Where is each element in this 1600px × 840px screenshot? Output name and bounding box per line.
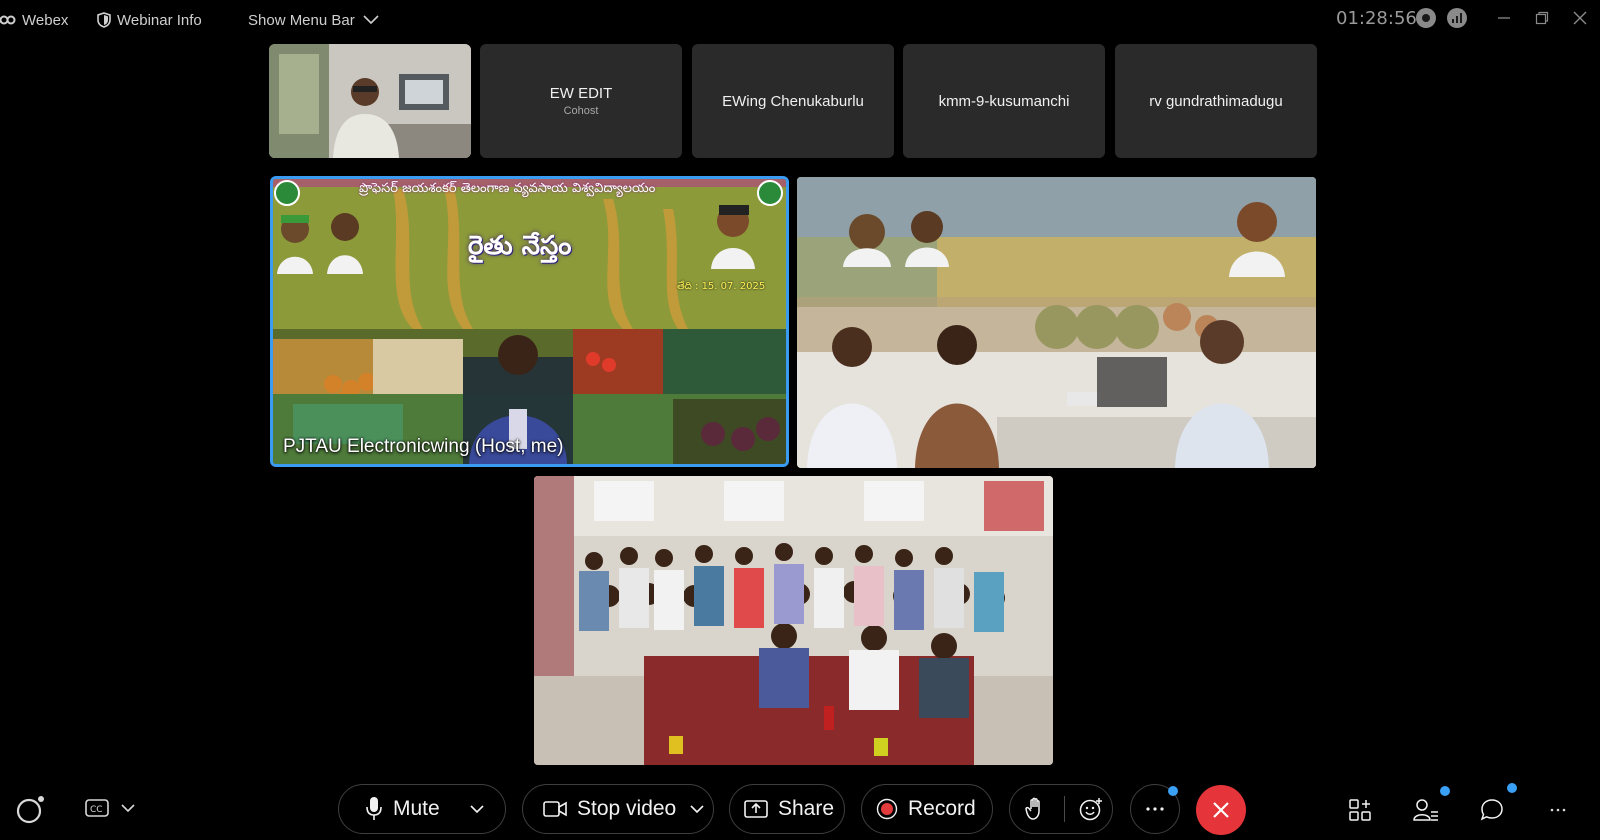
- video-camera-icon: [543, 801, 567, 817]
- record-button[interactable]: Record: [861, 784, 993, 834]
- top-bar: Webex Webinar Info Show Menu Bar 01:28:5…: [0, 0, 1600, 38]
- recording-status-icon[interactable]: [1416, 8, 1436, 28]
- captions-options-button[interactable]: [110, 790, 146, 826]
- more-panels-button[interactable]: [1540, 792, 1576, 828]
- webinar-info-label: Webinar Info: [117, 11, 202, 29]
- participant-name: kmm-9-kusumanchi: [938, 92, 1070, 110]
- layout-apps-button[interactable]: [1342, 792, 1378, 828]
- closed-captions-icon: CC: [85, 799, 109, 817]
- notification-dot: [1168, 786, 1178, 796]
- mute-label: Mute: [393, 797, 440, 820]
- show-menu-bar-button[interactable]: Show Menu Bar: [248, 10, 385, 30]
- chevron-down-icon[interactable]: [690, 804, 704, 814]
- reactions-group: [1009, 784, 1113, 834]
- record-label: Record: [908, 797, 976, 820]
- elapsed-time: 01:28:56: [1336, 8, 1417, 29]
- chat-panel-button[interactable]: [1474, 792, 1510, 828]
- toolbar-divider: [1064, 796, 1065, 822]
- apps-grid-icon: [1349, 799, 1371, 821]
- participant-role: Cohost: [563, 105, 599, 117]
- reactions-icon[interactable]: [1079, 797, 1103, 821]
- more-horizontal-icon: [1146, 807, 1164, 811]
- participant-name: rv gundrathimadugu: [1149, 92, 1283, 110]
- minimize-button[interactable]: [1492, 6, 1516, 30]
- webex-logo-icon: [0, 15, 16, 25]
- assistant-icon: [16, 796, 44, 824]
- show-menu-bar-label: Show Menu Bar: [248, 11, 355, 29]
- participant-tile-kmm-9-kusumanchi[interactable]: kmm-9-kusumanchi: [903, 44, 1105, 158]
- notification-dot: [1440, 786, 1450, 796]
- participants-icon: [1413, 799, 1438, 821]
- participant-tile-video[interactable]: [269, 44, 471, 158]
- banner-date: తేది : 15. 07. 2025: [677, 281, 766, 292]
- shield-icon: [97, 12, 111, 28]
- remote-video-feed-room: [797, 177, 1316, 468]
- chat-icon: [1480, 799, 1503, 821]
- stop-video-label: Stop video: [577, 797, 677, 820]
- network-stats-icon[interactable]: [1447, 8, 1467, 28]
- app-title: Webex: [0, 10, 68, 30]
- restore-icon: [1535, 11, 1549, 25]
- chevron-down-icon: [363, 15, 379, 25]
- raise-hand-icon[interactable]: [1025, 797, 1047, 821]
- share-icon: [744, 800, 768, 818]
- end-meeting-button[interactable]: [1196, 785, 1246, 835]
- participants-panel-button[interactable]: [1408, 792, 1444, 828]
- remote-video-feed-hall: [534, 476, 1053, 765]
- restore-button[interactable]: [1530, 6, 1554, 30]
- banner-university-name: ప్రొఫెసర్ జయశంకర్ తెలంగాణ వ్యవసాయ విశ్వవ…: [359, 181, 656, 196]
- remote-video-tile-hall[interactable]: [534, 476, 1053, 765]
- svg-text:CC: CC: [90, 805, 103, 815]
- participant-tile-ewing-chenukaburlu[interactable]: EWing Chenukaburlu: [692, 44, 894, 158]
- participant-name: EWing Chenukaburlu: [722, 92, 864, 110]
- host-video-label: PJTAU Electronicwing (Host, me): [283, 436, 564, 457]
- participant-video-thumbnail: [269, 44, 471, 158]
- share-button[interactable]: Share: [729, 784, 845, 834]
- app-name: Webex: [22, 11, 69, 29]
- remote-video-tile-room[interactable]: [797, 177, 1316, 468]
- close-icon: [1213, 802, 1229, 818]
- record-icon: [876, 798, 898, 820]
- participant-tile-ew-edit[interactable]: EW EDIT Cohost: [480, 44, 682, 158]
- close-icon: [1573, 11, 1587, 25]
- webinar-info-button[interactable]: Webinar Info: [97, 10, 202, 30]
- more-horizontal-icon: [1550, 808, 1566, 812]
- mute-control[interactable]: Mute: [338, 784, 506, 834]
- host-video-feed: [273, 179, 786, 464]
- participant-tile-rv-gundrathimadugu[interactable]: rv gundrathimadugu: [1115, 44, 1317, 158]
- minimize-icon: [1498, 17, 1510, 19]
- share-label: Share: [778, 797, 835, 820]
- banner-program-title: రైతు నేస్తం: [468, 231, 572, 261]
- webex-assistant-button[interactable]: [12, 792, 48, 828]
- stop-video-control[interactable]: Stop video: [522, 784, 714, 834]
- microphone-icon: [366, 797, 382, 820]
- participant-name: EW EDIT: [549, 85, 613, 102]
- notification-dot: [1507, 783, 1517, 793]
- close-window-button[interactable]: [1568, 6, 1592, 30]
- chevron-down-icon[interactable]: [470, 804, 484, 814]
- host-video-tile[interactable]: ప్రొఫెసర్ జయశంకర్ తెలంగాణ వ్యవసాయ విశ్వవ…: [270, 176, 789, 467]
- chevron-down-icon: [121, 804, 135, 813]
